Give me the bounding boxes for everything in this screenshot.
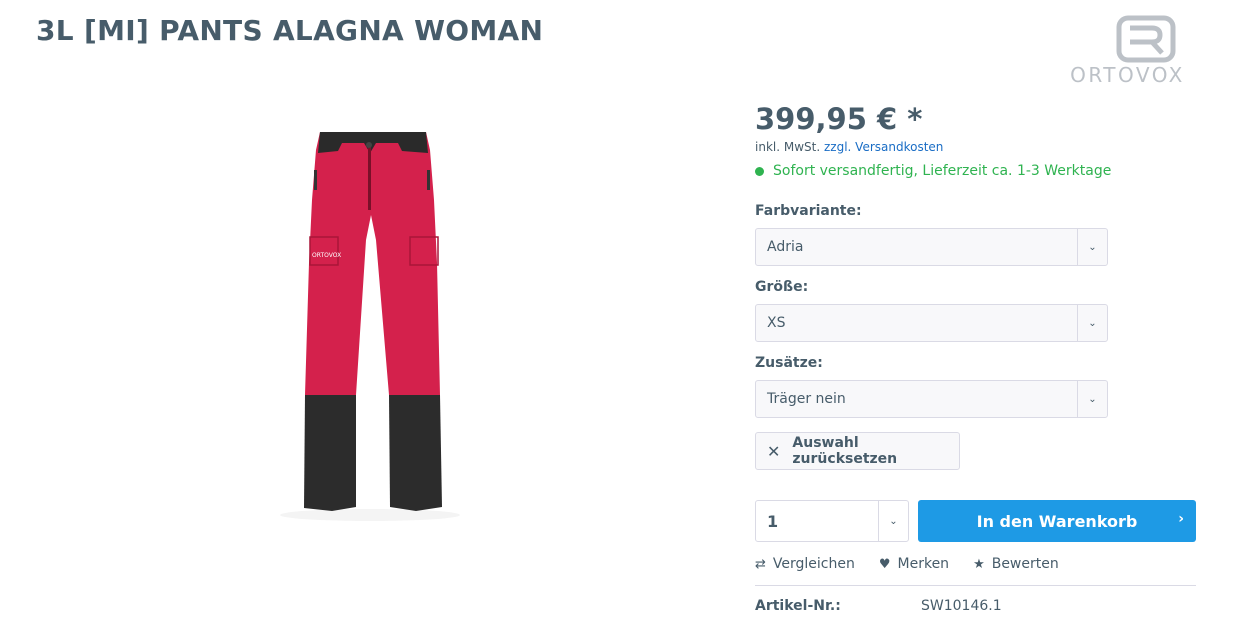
reset-selection-label: Auswahl zurücksetzen [792,435,898,467]
extras-select[interactable]: Träger nein ⌄ [755,380,1108,418]
extras-value: Träger nein [767,391,846,407]
shipping-costs-link[interactable]: zzgl. Versandkosten [824,140,943,154]
svg-text:ORTOVOX: ORTOVOX [312,252,341,259]
quantity-value: 1 [767,511,779,531]
divider [755,585,1196,586]
chevron-down-icon[interactable]: ⌄ [1077,381,1107,417]
delivery-status: Sofort versandfertig, Lieferzeit ca. 1-3… [755,163,1111,179]
color-variant-value: Adria [767,239,804,255]
article-number-value: SW10146.1 [921,598,1002,614]
article-number-label: Artikel-Nr.: [755,598,841,614]
chevron-down-icon[interactable]: ⌄ [1077,229,1107,265]
close-icon: ✕ [767,441,781,461]
product-title: 3L [MI] PANTS ALAGNA WOMAN [36,14,544,47]
availability-dot-icon [755,166,764,176]
chevron-right-icon: › [1178,511,1184,527]
product-image[interactable]: ORTOVOX [270,105,470,525]
ortovox-logo-icon [1116,15,1176,63]
remember-link[interactable]: ♥ Merken [879,556,949,572]
color-variant-select[interactable]: Adria ⌄ [755,228,1108,266]
size-select[interactable]: XS ⌄ [755,304,1108,342]
remember-label: Merken [897,556,950,572]
add-to-cart-button[interactable]: In den Warenkorb › [918,500,1196,542]
product-price: 399,95 € * [755,102,923,136]
heart-icon: ♥ [878,556,891,572]
tax-prefix: inkl. MwSt. [755,140,824,154]
rate-link[interactable]: ★ Bewerten [973,556,1059,572]
size-label: Größe: [755,279,809,295]
quantity-select[interactable]: 1 ⌄ [755,500,909,542]
compare-link[interactable]: ⇄ Vergleichen [755,556,855,572]
compare-label: Vergleichen [772,556,855,572]
pants-image: ORTOVOX [280,132,460,521]
reset-selection-button[interactable]: ✕ Auswahl zurücksetzen [755,432,960,470]
delivery-text: Sofort versandfertig, Lieferzeit ca. 1-3… [773,163,1112,179]
compare-icon: ⇄ [755,556,766,572]
rate-label: Bewerten [991,556,1059,572]
add-to-cart-label: In den Warenkorb [976,511,1138,531]
color-variant-label: Farbvariante: [755,203,862,219]
size-value: XS [767,315,786,331]
tax-note: inkl. MwSt. zzgl. Versandkosten [755,140,943,154]
chevron-down-icon[interactable]: ⌄ [878,501,908,541]
star-icon: ★ [973,556,985,572]
product-actions: ⇄ Vergleichen ♥ Merken ★ Bewerten [755,556,1083,572]
extras-label: Zusätze: [755,355,823,371]
chevron-down-icon[interactable]: ⌄ [1077,305,1107,341]
brand-logo[interactable]: ORTOVOX [1057,14,1198,90]
brand-name: ORTOVOX [1070,63,1185,87]
